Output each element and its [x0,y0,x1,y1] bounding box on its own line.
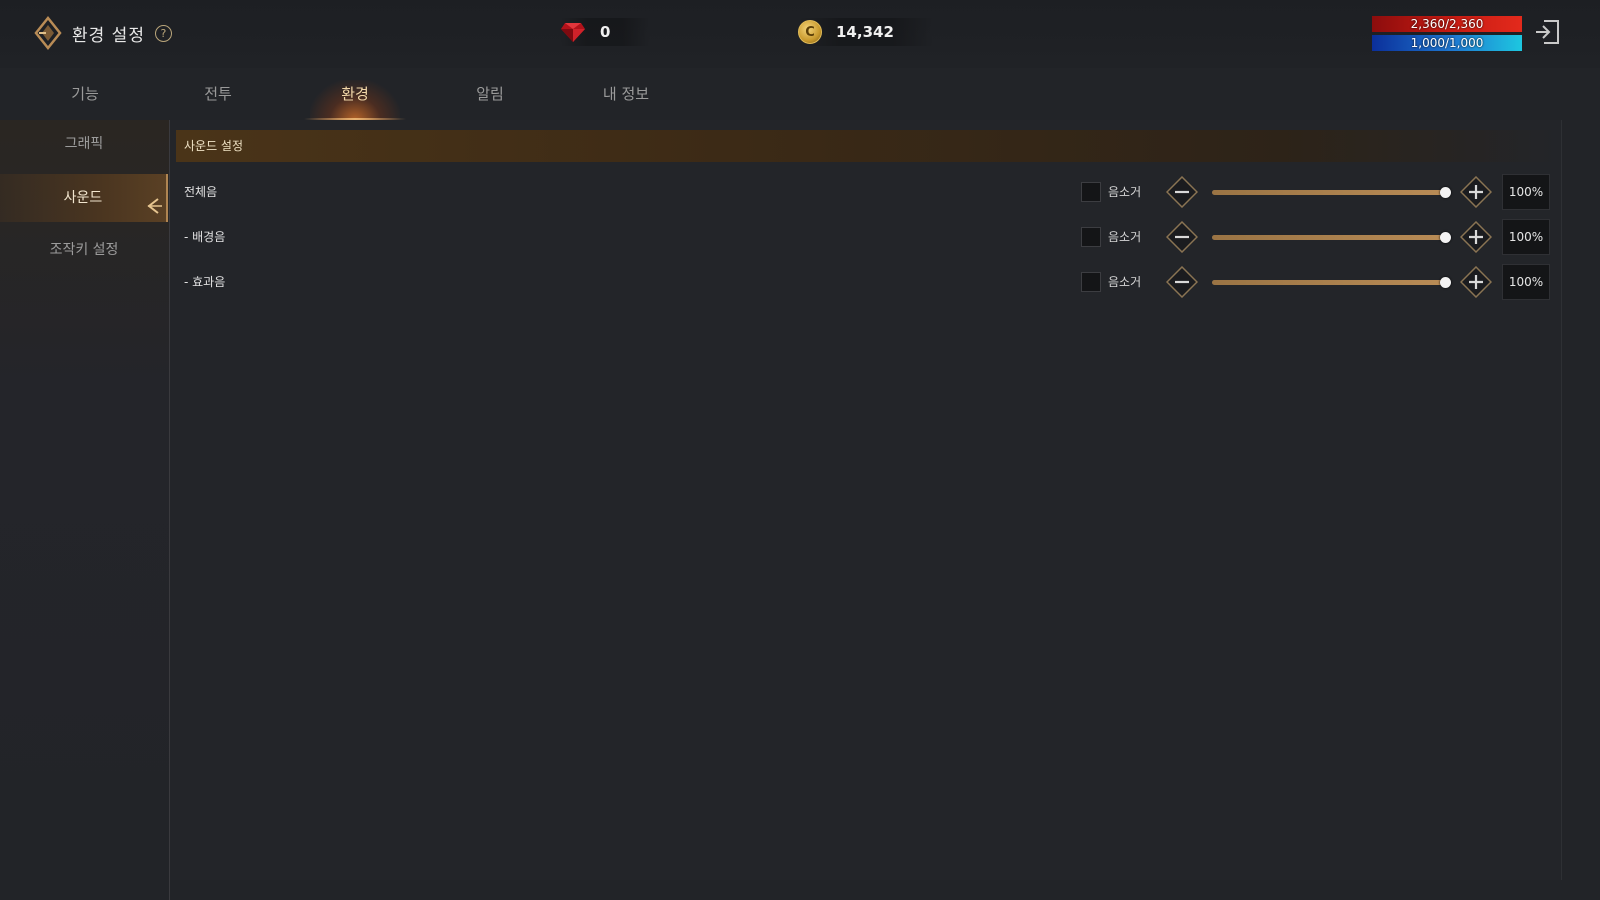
slider-thumb[interactable] [1440,232,1451,243]
row-label: - 배경음 [184,230,226,244]
status-bars: 2,360/2,360 1,000/1,000 [1372,16,1522,54]
section-title: 사운드 설정 [184,139,244,153]
gold-coin-icon: C [798,20,822,44]
hp-bar: 2,360/2,360 [1372,16,1522,32]
tab-label: 기능 [71,85,99,103]
volume-slider[interactable] [1212,187,1451,198]
tab-notification[interactable]: 알림 [435,68,545,120]
row-label: 전체음 [184,185,218,199]
sidebar-item-label: 사운드 [63,190,103,206]
sidebar: 그래픽 사운드 조작키 설정 [0,120,170,900]
page-title: 환경 설정 [72,25,145,46]
tab-function[interactable]: 기능 [30,68,140,120]
mute-checkbox[interactable] [1081,227,1101,247]
plus-icon [1459,220,1493,254]
mute-label: 음소거 [1108,275,1142,289]
title-area: 환경 설정 ? [34,15,172,51]
plus-icon [1459,175,1493,209]
tab-my-info[interactable]: 내 정보 [571,68,681,120]
slider-thumb[interactable] [1440,277,1451,288]
increase-button[interactable] [1459,265,1493,299]
tab-label: 환경 [341,85,369,103]
decrease-button[interactable] [1165,265,1199,299]
slider-fill [1212,190,1446,195]
tab-combat[interactable]: 전투 [163,68,273,120]
sidebar-item-sound[interactable]: 사운드 [0,174,168,222]
exit-door-icon[interactable] [1534,18,1562,46]
sidebar-item-controls[interactable]: 조작키 설정 [0,226,168,274]
top-bar: 환경 설정 ? 0 C 14,342 2,360/2,360 1,000/1,0… [0,0,1600,68]
mp-bar: 1,000/1,000 [1372,35,1522,51]
mute-label: 음소거 [1108,185,1142,199]
gem-count: 0 [600,23,611,41]
minus-icon [1165,220,1199,254]
section-header: 사운드 설정 [176,130,1556,162]
selection-arrow-icon [144,188,162,214]
increase-button[interactable] [1459,175,1493,209]
decrease-button[interactable] [1165,220,1199,254]
slider-fill [1212,280,1446,285]
tab-environment[interactable]: 환경 [300,68,410,120]
main-tabs: 기능 전투 환경 알림 내 정보 [0,68,1600,120]
slider-fill [1212,235,1446,240]
volume-value: 100% [1502,264,1550,300]
settings-panel: 사운드 설정 전체음 음소거 100% - 배경음 음소거 100% - 효과음… [170,120,1562,880]
gold-count: 14,342 [836,23,894,41]
minus-icon [1165,265,1199,299]
mp-value: 1,000/1,000 [1410,36,1484,50]
sidebar-item-label: 그래픽 [64,136,104,152]
volume-value: 100% [1502,219,1550,255]
plus-icon [1459,265,1493,299]
tab-label: 알림 [476,85,504,103]
help-icon[interactable]: ? [154,24,172,42]
decrease-button[interactable] [1165,175,1199,209]
mute-label: 음소거 [1108,230,1142,244]
red-gem-icon [560,20,586,44]
minus-icon [1165,175,1199,209]
mute-checkbox[interactable] [1081,182,1101,202]
slider-thumb[interactable] [1440,187,1451,198]
increase-button[interactable] [1459,220,1493,254]
gem-currency: 0 [560,18,651,46]
tab-label: 전투 [204,85,232,103]
volume-value: 100% [1502,174,1550,210]
tab-label: 내 정보 [602,85,650,103]
diamond-back-icon[interactable] [34,15,62,51]
mute-checkbox[interactable] [1081,272,1101,292]
row-label: - 효과음 [184,275,226,289]
volume-row-sfx: - 효과음 음소거 100% [170,264,1562,300]
sidebar-item-label: 조작키 설정 [49,242,119,258]
gold-currency: C 14,342 [798,18,934,46]
sidebar-item-graphics[interactable]: 그래픽 [0,120,168,168]
volume-row-master: 전체음 음소거 100% [170,174,1562,210]
hp-value: 2,360/2,360 [1410,17,1484,31]
volume-slider[interactable] [1212,232,1451,243]
volume-row-bgm: - 배경음 음소거 100% [170,219,1562,255]
volume-slider[interactable] [1212,277,1451,288]
